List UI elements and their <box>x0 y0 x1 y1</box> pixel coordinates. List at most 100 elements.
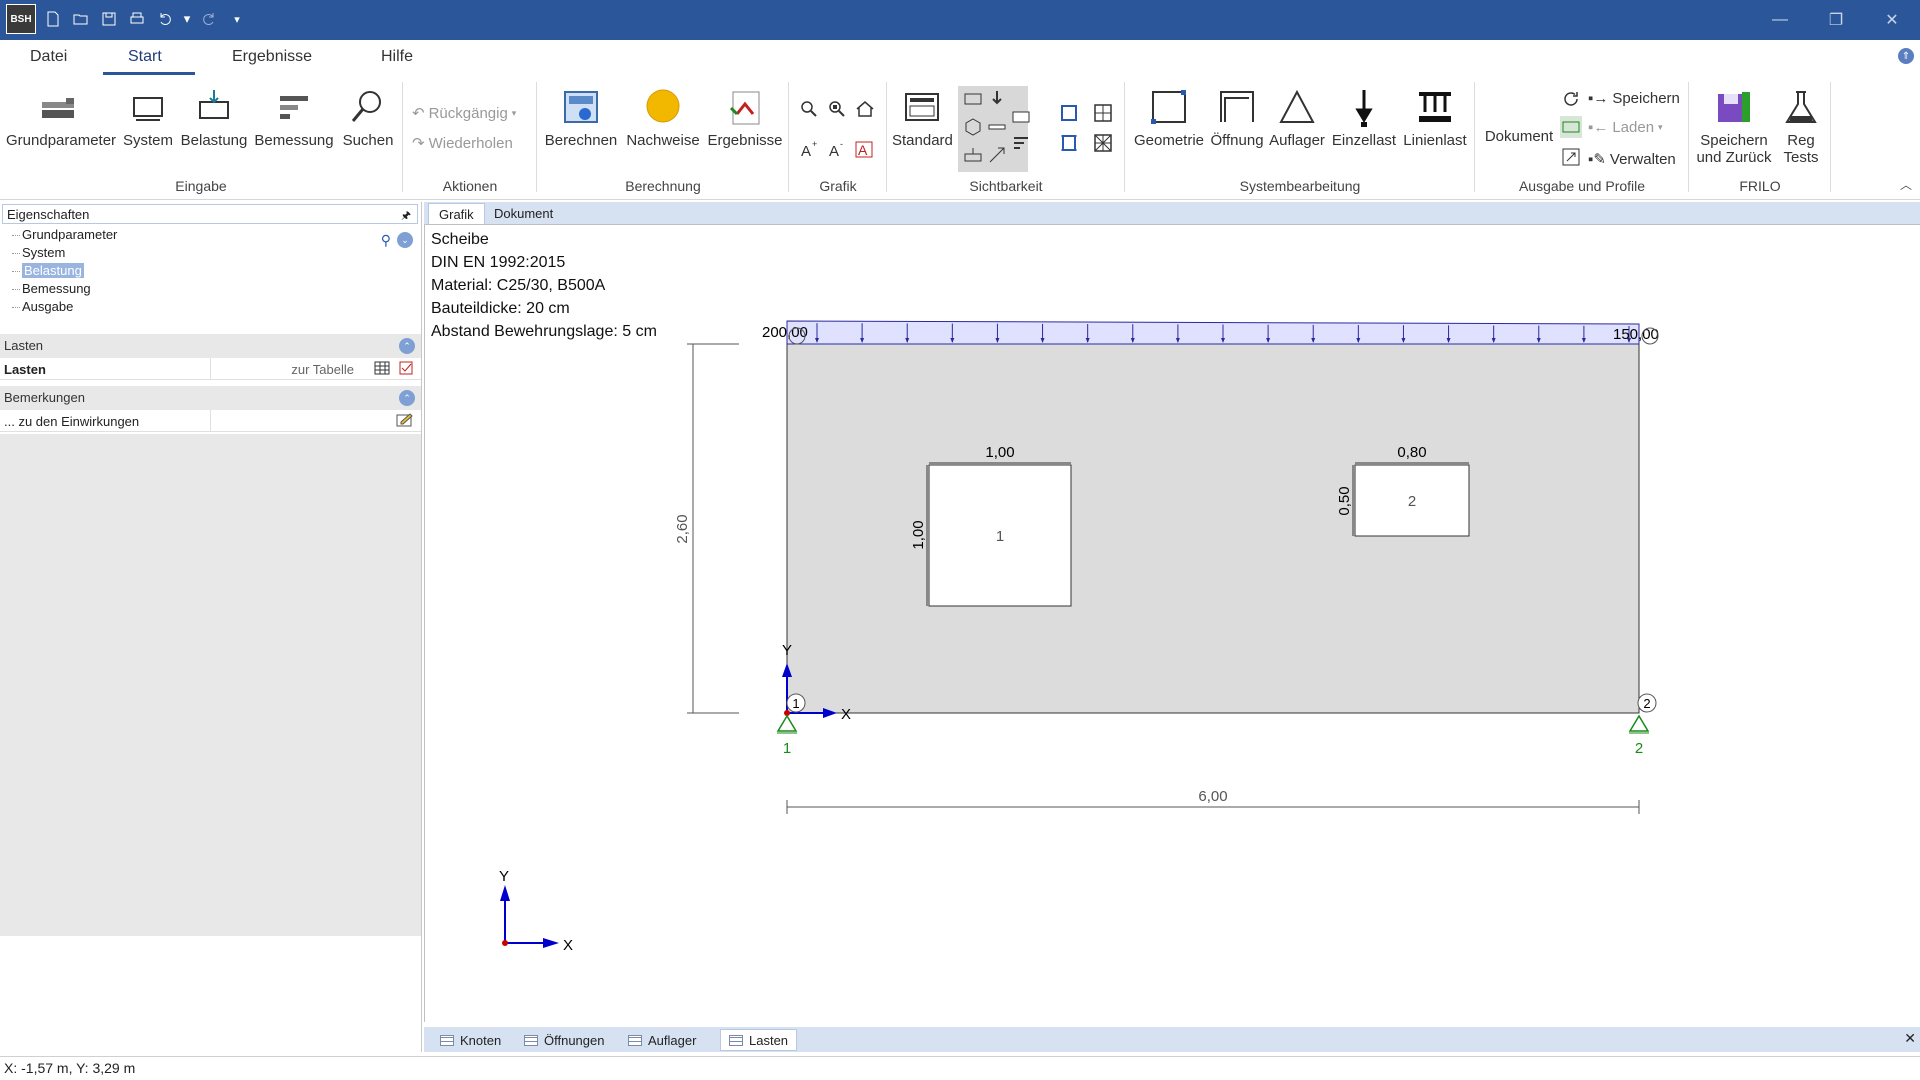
font-color-icon[interactable]: A <box>854 138 876 160</box>
load-profile-icon[interactable] <box>1560 116 1582 138</box>
axis-visibility-icon[interactable] <box>986 144 1008 166</box>
nachweise-button[interactable]: Nachweise <box>624 88 702 149</box>
tree-item-system[interactable]: System <box>10 244 117 262</box>
tab-dokument[interactable]: Dokument <box>484 203 563 224</box>
table-icon[interactable] <box>374 360 390 379</box>
speichern-und-zurueck-button[interactable]: Speichern und Zurück <box>1694 88 1774 166</box>
standard-button[interactable]: Standard <box>892 88 953 149</box>
group-label-eingabe: Eingabe <box>175 178 227 194</box>
grundparameter-button[interactable]: Grundparameter <box>6 88 116 149</box>
reg-tests-button[interactable]: Reg Tests <box>1778 88 1824 166</box>
collapse-icon[interactable]: ⌃ <box>399 338 415 354</box>
zur-tabelle-link[interactable]: zur Tabelle <box>291 362 354 377</box>
zoom-icon[interactable] <box>798 98 820 120</box>
wiederholen-button[interactable]: ↷ Wiederholen <box>412 134 513 153</box>
grid-icon[interactable] <box>1092 102 1114 124</box>
berechnen-button[interactable]: Berechnen <box>544 88 618 149</box>
customize-icon[interactable]: ▾ <box>226 8 248 30</box>
cube-visibility-icon[interactable] <box>962 116 984 138</box>
label-visibility-icon[interactable] <box>1010 106 1032 128</box>
chevron-down-icon: ▾ <box>1658 122 1663 132</box>
group-eingabe: Grundparameter System Belastung Bemessun… <box>0 78 402 200</box>
ergebnisse-icon <box>725 88 765 128</box>
laden-profile-button[interactable]: ▪← Laden ▾ <box>1588 119 1663 136</box>
zoom-window-icon[interactable] <box>826 98 848 120</box>
node-visibility-icon[interactable] <box>962 144 984 166</box>
rueckgaengig-button[interactable]: ↶ Rückgängig ▾ <box>412 104 516 123</box>
undo-icon[interactable] <box>154 8 176 30</box>
font-decrease-icon[interactable]: A- <box>826 138 848 160</box>
new-icon[interactable] <box>42 8 64 30</box>
tab-auflager[interactable]: Auflager <box>620 1029 704 1051</box>
tree-item-ausgabe[interactable]: Ausgabe <box>10 298 117 316</box>
tab-knoten[interactable]: Knoten <box>432 1029 509 1051</box>
linienlast-button[interactable]: Linienlast <box>1400 88 1470 149</box>
home-icon[interactable] <box>854 98 876 120</box>
bemessung-button[interactable]: Bemessung <box>252 88 336 149</box>
oeffnung-label: Öffnung <box>1210 132 1264 149</box>
close-icon[interactable]: ✕ <box>1904 1030 1916 1047</box>
app-logo[interactable]: BSH <box>6 4 36 34</box>
grundparameter-icon <box>38 88 78 128</box>
save-icon[interactable] <box>98 8 120 30</box>
undo-dropdown-icon[interactable]: ▾ <box>182 8 192 30</box>
pin-icon[interactable]: 🖈 <box>401 207 411 226</box>
bemerkungen-section-header[interactable]: Bemerkungen ⌃ <box>0 386 421 410</box>
tab-ergebnisse[interactable]: Ergebnisse <box>232 48 312 66</box>
lasten-value-cell[interactable]: zur Tabelle <box>210 358 420 380</box>
lasten-section-header[interactable]: Lasten ⌃ <box>0 334 421 358</box>
geometrie-button[interactable]: Geometrie <box>1132 88 1206 149</box>
load-visibility-icon[interactable] <box>986 88 1008 110</box>
close-button[interactable]: ✕ <box>1864 0 1920 40</box>
tree-item-belastung[interactable]: Belastung <box>10 262 117 280</box>
tab-datei[interactable]: Datei <box>30 48 67 66</box>
manage-icon[interactable] <box>1560 146 1582 168</box>
support-visibility-icon[interactable] <box>962 88 984 110</box>
tab-oeffnungen[interactable]: Öffnungen <box>516 1029 612 1051</box>
einzellast-button[interactable]: Einzellast <box>1330 88 1398 149</box>
tab-hilfe[interactable]: Hilfe <box>381 48 413 66</box>
dokument-button[interactable]: Dokument <box>1482 128 1556 145</box>
dimension-visibility-icon[interactable] <box>986 116 1008 138</box>
collapse-ribbon-icon[interactable]: ︿ <box>1900 176 1912 193</box>
edit-list-icon[interactable] <box>398 360 414 379</box>
font-increase-icon[interactable]: A + <box>798 138 820 160</box>
collapse-icon[interactable]: ⌃ <box>399 390 415 406</box>
help-icon[interactable]: ⇑ <box>1898 48 1914 64</box>
group-label-systembearbeitung: Systembearbeitung <box>1239 178 1361 194</box>
bemerkungen-value-cell[interactable] <box>210 410 420 432</box>
minimize-button[interactable]: — <box>1752 0 1808 40</box>
tab-start[interactable]: Start <box>128 48 162 66</box>
search-icon <box>348 88 388 128</box>
suchen-button[interactable]: Suchen <box>340 88 396 149</box>
belastung-button[interactable]: Belastung <box>180 88 248 149</box>
support-2 <box>1628 714 1650 732</box>
frame-fit-icon[interactable] <box>1058 132 1080 154</box>
oeffnung-button[interactable]: Öffnung <box>1208 88 1266 149</box>
edit-note-icon[interactable] <box>396 412 414 431</box>
auflager-button[interactable]: Auflager <box>1268 88 1326 149</box>
restore-button[interactable]: ❐ <box>1808 0 1864 40</box>
print-icon[interactable] <box>126 8 148 30</box>
graphic-canvas[interactable]: Scheibe DIN EN 1992:2015 Material: C25/3… <box>424 224 1920 1022</box>
bemerkungen-key: ... zu den Einwirkungen <box>4 414 140 429</box>
open-icon[interactable] <box>70 8 92 30</box>
tab-lasten[interactable]: Lasten <box>720 1029 798 1051</box>
result-visibility-icon[interactable] <box>1010 132 1032 154</box>
system-button[interactable]: System <box>120 88 176 149</box>
properties-empty-area <box>0 434 421 936</box>
group-aktionen: ↶ Rückgängig ▾ ↷ Wiederholen Aktionen <box>404 78 536 200</box>
frame-icon[interactable] <box>1058 102 1080 124</box>
search-icon[interactable]: ⚲ <box>381 232 391 249</box>
redo-icon[interactable] <box>198 8 220 30</box>
speichern-profile-button[interactable]: ▪→ Speichern <box>1588 90 1680 107</box>
tab-grafik[interactable]: Grafik <box>428 203 485 224</box>
wrench-icon: ▪✎ <box>1588 151 1606 168</box>
tree-item-grundparameter[interactable]: Grundparameter <box>10 226 117 244</box>
expand-icon[interactable]: ⌄ <box>397 232 413 248</box>
ergebnisse-button[interactable]: Ergebnisse <box>706 88 784 149</box>
refresh-icon[interactable] <box>1560 88 1582 110</box>
verwalten-button[interactable]: ▪✎ Verwalten <box>1588 150 1676 169</box>
tree-item-bemessung[interactable]: Bemessung <box>10 280 117 298</box>
grid-cross-icon[interactable] <box>1092 132 1114 154</box>
